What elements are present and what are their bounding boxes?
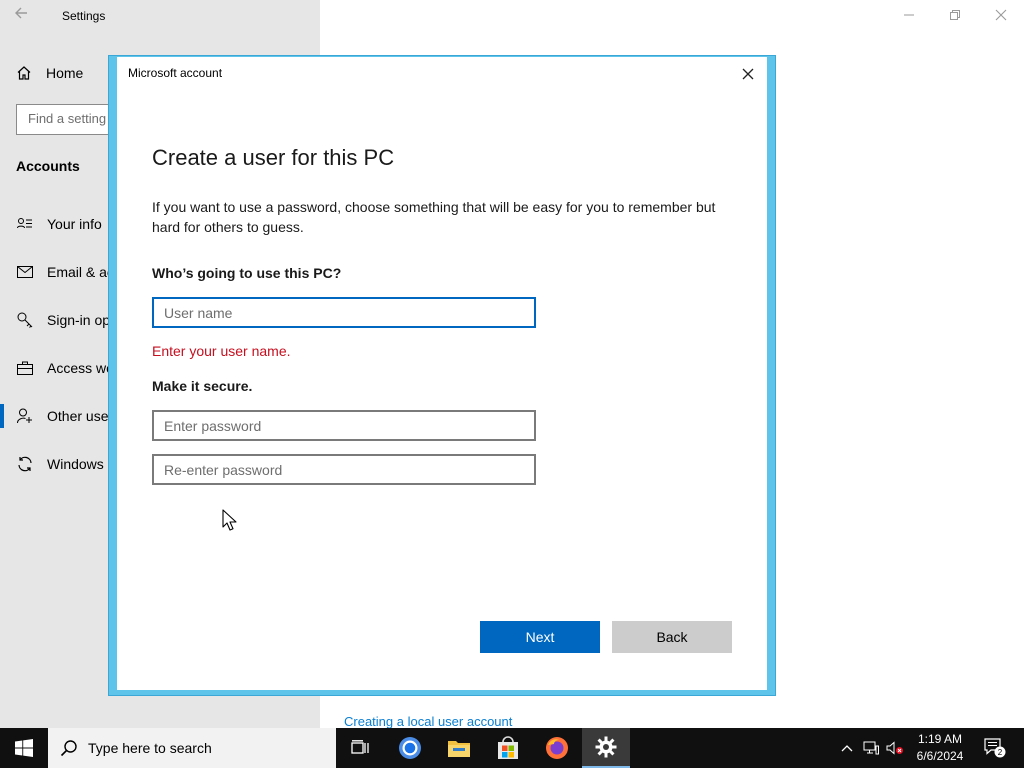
who-label: Who’s going to use this PC? — [152, 265, 342, 281]
home-icon — [17, 66, 31, 80]
username-input[interactable] — [152, 297, 536, 328]
dialog-heading: Create a user for this PC — [152, 145, 395, 170]
store-icon — [498, 736, 518, 759]
show-hidden-icons-button[interactable] — [836, 728, 858, 768]
windows-logo-icon — [15, 739, 33, 757]
person-add-icon — [16, 407, 34, 425]
gear-icon — [595, 736, 617, 758]
restore-icon — [950, 10, 960, 20]
notification-count: 2 — [998, 748, 1003, 757]
chevron-up-icon — [841, 745, 853, 752]
taskbar-clock[interactable]: 1:19 AM 6/6/2024 — [908, 731, 972, 765]
mouse-pointer-icon — [222, 509, 237, 531]
close-icon — [995, 9, 1007, 21]
nav-item-your-info[interactable]: Your info — [16, 213, 102, 235]
settings-taskbar-app[interactable] — [582, 728, 630, 768]
file-explorer-taskbar-app[interactable] — [435, 728, 483, 768]
nav-item-label: Windows — [47, 456, 104, 472]
nav-item-label: Access wo — [47, 360, 114, 376]
nav-home-label: Home — [46, 65, 84, 81]
key-icon — [16, 311, 34, 329]
nav-item-sign-in[interactable]: Sign-in op — [16, 309, 110, 331]
reenter-password-input[interactable] — [152, 454, 536, 485]
clock-time: 1:19 AM — [917, 732, 963, 746]
person-card-icon — [16, 215, 34, 233]
restore-button[interactable] — [944, 5, 966, 27]
nav-item-label: Your info — [47, 216, 102, 232]
search-icon — [60, 740, 77, 757]
folder-icon — [448, 741, 470, 757]
notification-icon: 2 — [984, 738, 1006, 758]
network-tray-button[interactable] — [860, 728, 882, 768]
dialog-title: Microsoft account — [128, 66, 223, 80]
back-arrow-icon[interactable] — [14, 6, 34, 26]
close-icon — [742, 68, 754, 80]
nav-item-label: Sign-in op — [47, 312, 111, 328]
dialog-description: If you want to use a password, choose so… — [152, 199, 716, 235]
nav-home[interactable]: Home — [16, 62, 83, 84]
creating-local-account-link[interactable]: Creating a local user account — [344, 714, 512, 729]
settings-window-title: Settings — [62, 9, 106, 23]
nav-item-label: Email & ac — [47, 264, 114, 280]
close-window-button[interactable] — [990, 5, 1012, 27]
sync-icon — [16, 455, 34, 473]
back-button[interactable]: Back — [612, 621, 732, 653]
dialog-close-button[interactable] — [736, 63, 760, 87]
network-icon — [863, 741, 879, 755]
briefcase-icon — [16, 359, 34, 377]
password-input[interactable] — [152, 410, 536, 441]
make-secure-label: Make it secure. — [152, 378, 253, 394]
task-view-button[interactable] — [336, 728, 384, 768]
microsoft-store-taskbar-app[interactable] — [484, 728, 532, 768]
task-view-icon — [351, 740, 369, 754]
chrome-icon — [399, 737, 421, 759]
nav-item-windows-backup[interactable]: Windows — [16, 453, 104, 475]
volume-tray-button[interactable] — [884, 728, 906, 768]
mail-icon — [16, 263, 34, 281]
firefox-icon — [546, 737, 568, 759]
nav-item-label: Other use — [47, 408, 109, 424]
username-error-text: Enter your user name. — [152, 343, 291, 359]
microsoft-account-dialog: Microsoft account Create a user for this… — [108, 55, 776, 696]
nav-selected-indicator — [0, 404, 4, 428]
minimize-button[interactable] — [898, 5, 920, 27]
accounts-heading: Accounts — [16, 158, 80, 174]
action-center-button[interactable]: 2 — [980, 728, 1010, 768]
nav-item-email[interactable]: Email & ac — [16, 261, 114, 283]
volume-muted-icon — [886, 741, 903, 755]
minimize-icon — [904, 14, 914, 16]
start-button[interactable] — [0, 728, 48, 768]
nav-item-access-work[interactable]: Access wo — [16, 357, 114, 379]
next-button[interactable]: Next — [480, 621, 600, 653]
clock-date: 6/6/2024 — [916, 749, 964, 763]
nav-item-other-users[interactable]: Other use — [16, 405, 108, 427]
taskbar-search-box[interactable]: Type here to search — [48, 728, 336, 768]
taskbar-search-placeholder: Type here to search — [88, 740, 212, 756]
chrome-taskbar-app[interactable] — [386, 728, 434, 768]
taskbar: Type here to search 1:19 AM 6/6/2024 2 — [0, 728, 1024, 768]
dialog-body: Microsoft account Create a user for this… — [117, 57, 767, 690]
firefox-taskbar-app[interactable] — [533, 728, 581, 768]
